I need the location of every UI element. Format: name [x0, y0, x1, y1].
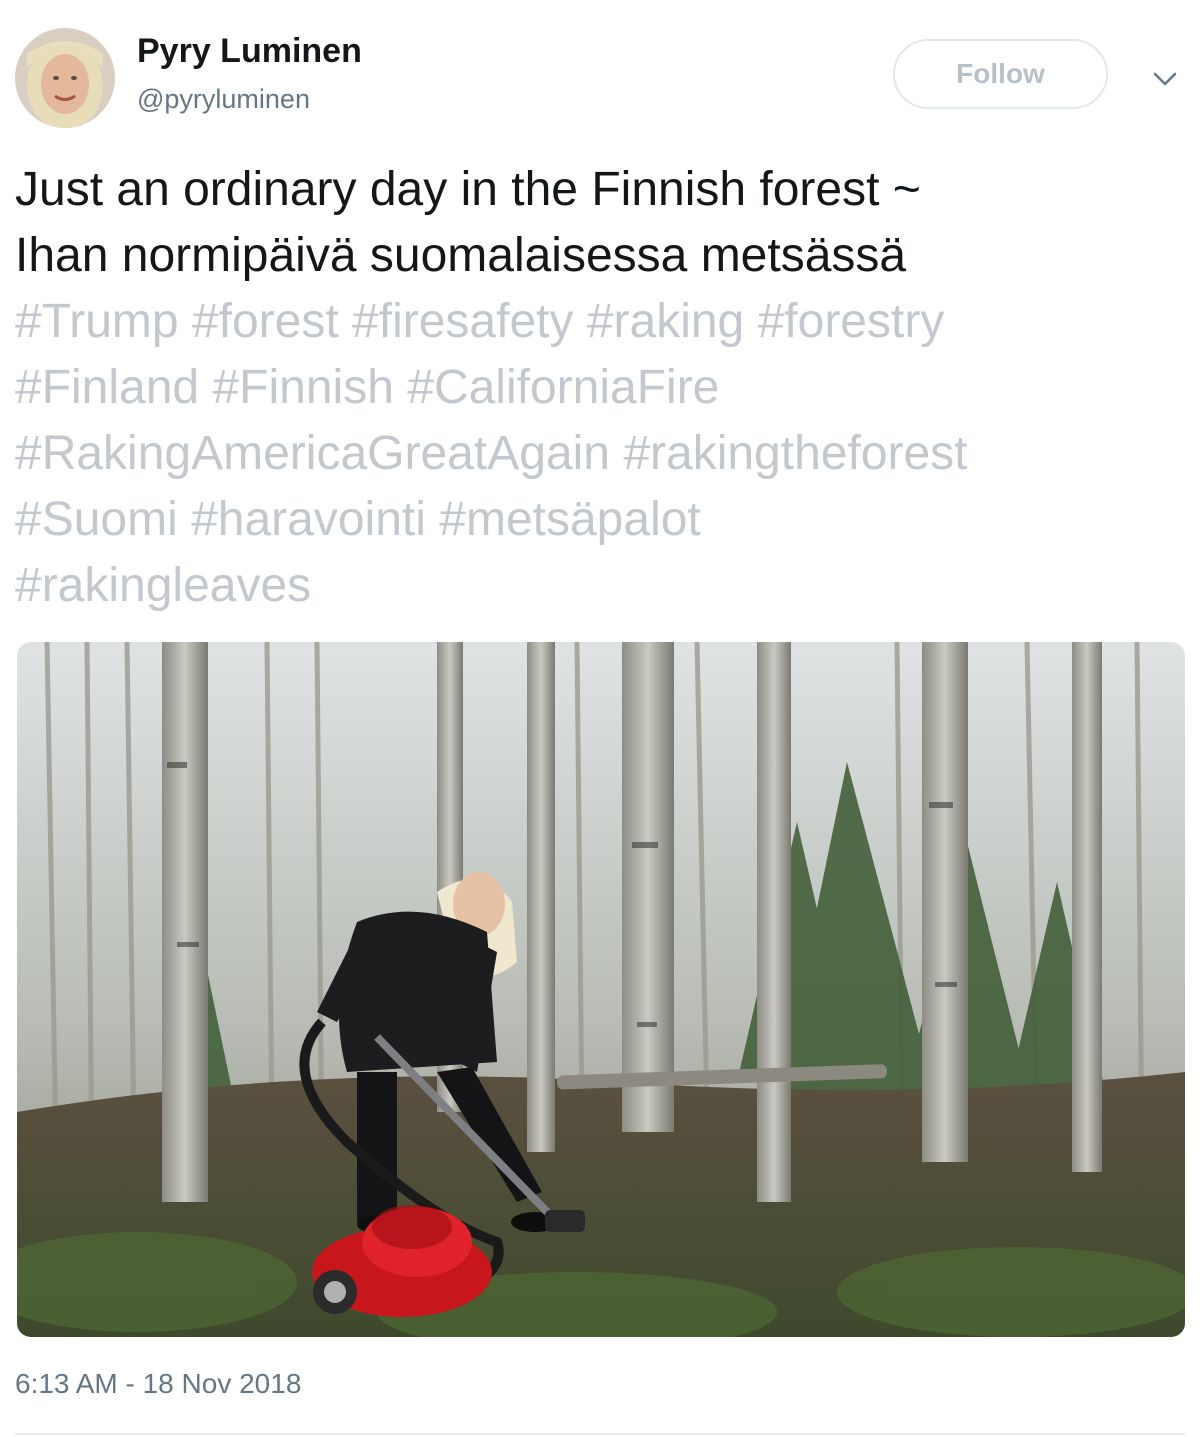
- author-handle[interactable]: @pyryluminen: [137, 84, 310, 115]
- chevron-down-icon[interactable]: [1148, 62, 1182, 96]
- divider: [15, 1433, 1185, 1435]
- tweet-timestamp[interactable]: 6:13 AM - 18 Nov 2018: [15, 1368, 301, 1400]
- hashtag-list: #Trump #forest #firesafety #raking #fore…: [15, 289, 1190, 619]
- hashtag-row: #Suomi #haravointi #metsäpalot: [15, 487, 1190, 553]
- hashtag-link[interactable]: #raking: [587, 295, 744, 348]
- hashtag-link[interactable]: #Finnish: [212, 361, 393, 414]
- hashtag-row: #rakingleaves: [15, 553, 1190, 619]
- follow-button[interactable]: Follow: [893, 39, 1108, 109]
- hashtag-row: #RakingAmericaGreatAgain #rakingthefores…: [15, 421, 1190, 487]
- tweet-text-line: Ihan normipäivä suomalaisessa metsässä: [15, 229, 907, 282]
- tweet-text-line: Just an ordinary day in the Finnish fore…: [15, 163, 921, 216]
- hashtag-link[interactable]: #RakingAmericaGreatAgain: [15, 427, 610, 480]
- hashtag-link[interactable]: #firesafety: [352, 295, 573, 348]
- author-avatar[interactable]: [15, 28, 115, 128]
- hashtag-link[interactable]: #Suomi: [15, 493, 178, 546]
- hashtag-link[interactable]: #rakingleaves: [15, 559, 311, 612]
- author-display-name[interactable]: Pyry Luminen: [137, 32, 362, 71]
- hashtag-link[interactable]: #metsäpalot: [439, 493, 701, 546]
- hashtag-link[interactable]: #Trump: [15, 295, 179, 348]
- tweet-photo[interactable]: [17, 642, 1185, 1337]
- hashtag-link[interactable]: #haravointi: [191, 493, 426, 546]
- hashtag-link[interactable]: #forest: [192, 295, 339, 348]
- hashtag-link[interactable]: #CaliforniaFire: [407, 361, 719, 414]
- hashtag-link[interactable]: #Finland: [15, 361, 199, 414]
- hashtag-link[interactable]: #rakingtheforest: [623, 427, 967, 480]
- avatar-image: [15, 28, 115, 128]
- forest-vacuum-photo: [17, 642, 1185, 1337]
- tweet-text: Just an ordinary day in the Finnish fore…: [15, 157, 1190, 289]
- hashtag-row: #Trump #forest #firesafety #raking #fore…: [15, 289, 1190, 355]
- hashtag-link[interactable]: #forestry: [758, 295, 945, 348]
- hashtag-row: #Finland #Finnish #CaliforniaFire: [15, 355, 1190, 421]
